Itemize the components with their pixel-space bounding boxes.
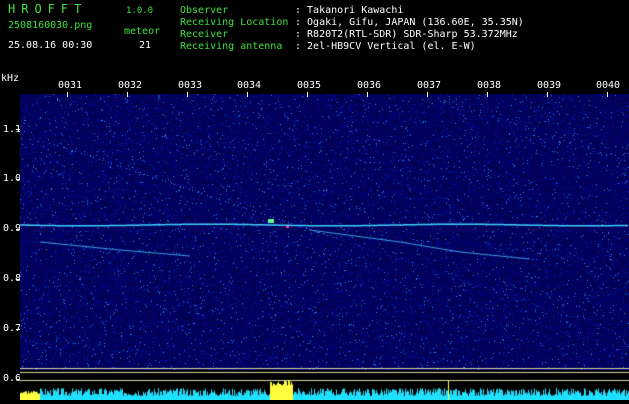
x-tick-label: 0032 [118, 80, 143, 91]
y-tick-mark [16, 279, 20, 280]
x-tick-label: 0038 [477, 80, 502, 91]
info-value-location: : Ogaki, Gifu, JAPAN (136.60E, 35.35N) [295, 17, 524, 28]
y-tick-mark [16, 229, 20, 230]
y-tick-label: 1.1 [3, 124, 22, 135]
info-value-antenna: : 2el-HB9CV Vertical (el. E-W) [295, 41, 476, 52]
y-tick-mark [16, 179, 20, 180]
header-panel: HROFFT 1.0.0 2508160030.png 25.08.16 00:… [0, 0, 629, 78]
spectrogram-canvas [20, 94, 629, 370]
info-key-observer: Observer [180, 5, 229, 16]
x-tick-label: 0037 [417, 80, 442, 91]
info-key-antenna: Receiving antenna [180, 41, 283, 52]
app-version: 1.0.0 [126, 6, 154, 16]
x-tick-label: 0031 [58, 80, 83, 91]
x-tick-mark [187, 92, 188, 97]
spectrogram [20, 94, 629, 370]
meteor-label: meteor [124, 26, 161, 37]
x-tick-label: 0040 [596, 80, 621, 91]
y-tick-mark [16, 129, 20, 130]
x-tick-label: 0036 [357, 80, 382, 91]
datetime: 25.08.16 00:30 [8, 40, 93, 51]
x-tick-mark [427, 92, 428, 97]
x-tick-label: 0033 [178, 80, 203, 91]
y-tick-mark [16, 329, 20, 330]
info-value-receiver: : R820T2(RTL-SDR) SDR-Sharp 53.372MHz [295, 29, 518, 40]
info-key-receiver: Receiver [180, 29, 229, 40]
x-tick-mark [547, 92, 548, 97]
x-tick-mark [607, 92, 608, 97]
x-tick-label: 0039 [537, 80, 562, 91]
info-key-location: Receiving Location [180, 17, 289, 28]
x-tick-label: 0034 [237, 80, 262, 91]
meter-canvas [20, 370, 629, 400]
x-tick-mark [307, 92, 308, 97]
app-title: HROFFT [8, 2, 88, 16]
filename: 2508160030.png [8, 20, 93, 31]
x-tick-mark [367, 92, 368, 97]
x-tick-mark [127, 92, 128, 97]
x-tick-mark [487, 92, 488, 97]
y-axis-unit: kHz [1, 73, 20, 84]
info-value-observer: : Takanori Kawachi [295, 5, 404, 16]
signal-level-meter [20, 370, 629, 400]
meteor-count: 21 [139, 40, 152, 51]
x-tick-label: 0035 [297, 80, 322, 91]
x-tick-mark [247, 92, 248, 97]
x-tick-mark [67, 92, 68, 97]
